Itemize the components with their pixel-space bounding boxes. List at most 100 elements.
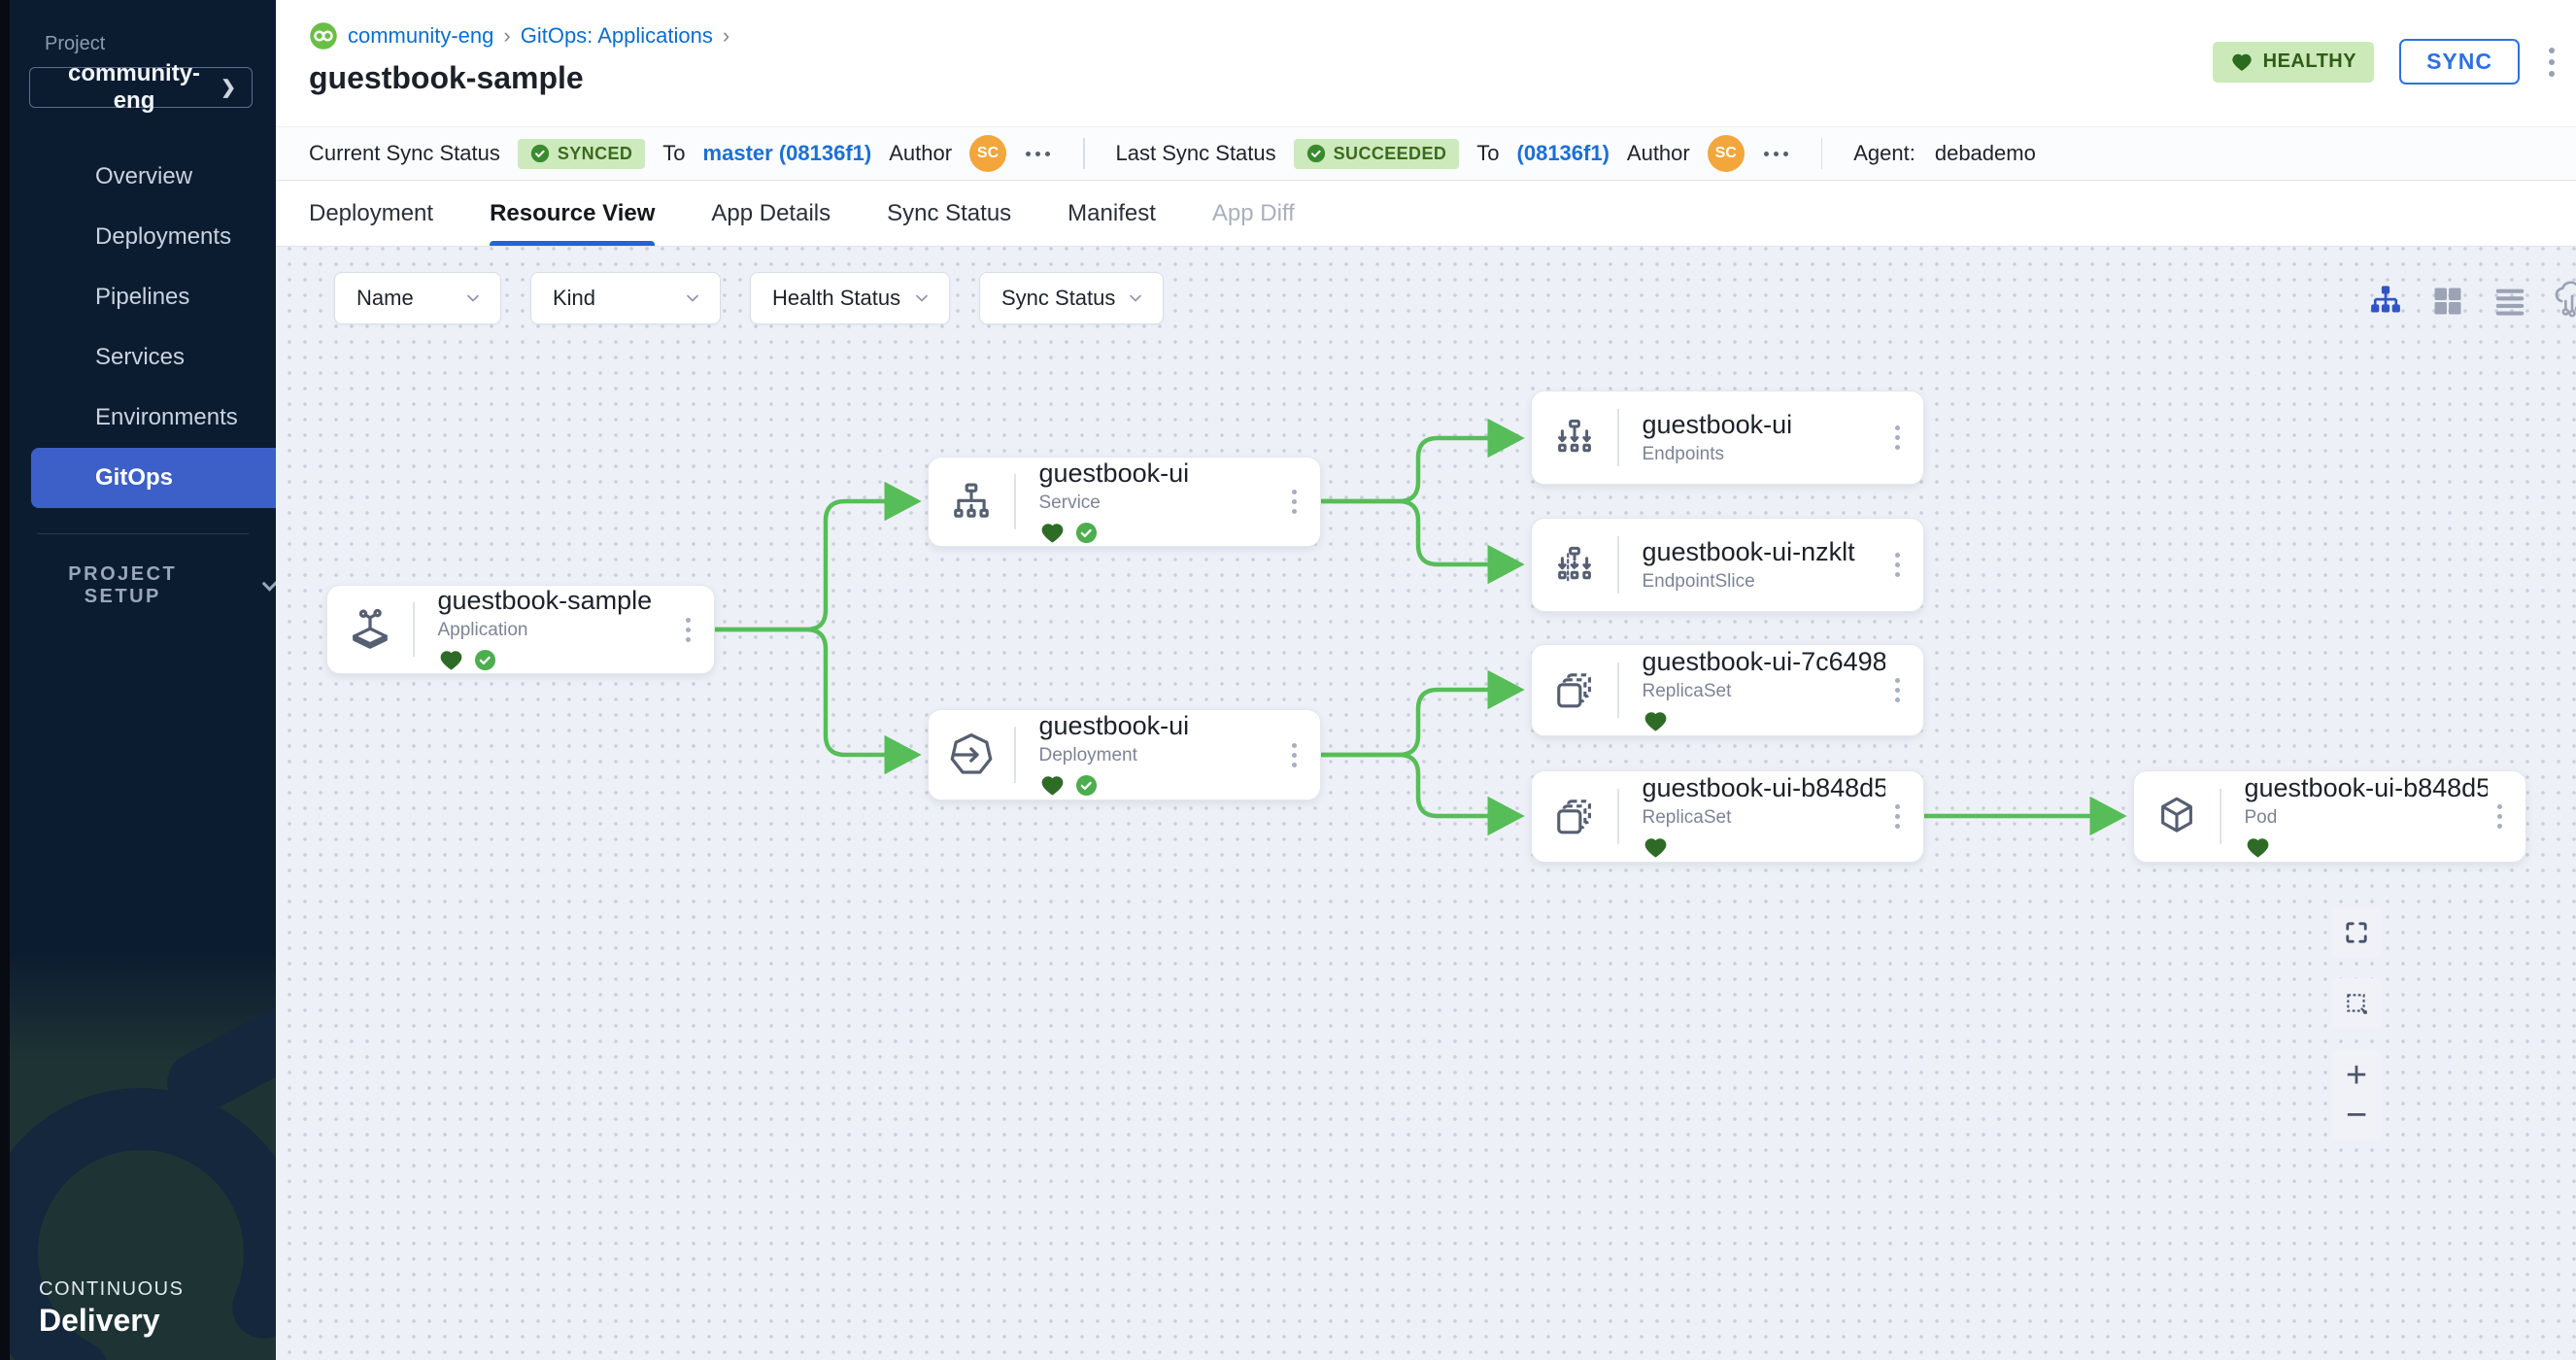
tab-app-diff[interactable]: App Diff [1212,181,1295,246]
tree-view-icon [2367,283,2404,320]
brand-line-continuous: CONTINUOUS [39,1278,184,1301]
node-menu-kebab[interactable] [1885,795,1923,838]
tab-resource-view[interactable]: Resource View [490,181,655,246]
health-badge-label: HEALTHY [2263,51,2356,73]
cluster-view-button[interactable] [2553,282,2576,321]
replicaset-icon [1532,666,1617,715]
node-menu-kebab[interactable] [1885,668,1923,712]
status-divider [1821,138,1823,169]
module-brand: CONTINUOUS Delivery [39,1278,184,1339]
check-circle-icon [1306,144,1326,163]
project-selector[interactable]: community-eng ❯ [29,67,253,108]
canvas-zoom-controls: + − [2331,907,2382,1140]
fit-to-screen-button[interactable] [2331,907,2382,958]
node-kind: Deployment [1039,745,1283,766]
project-setup-toggle[interactable]: PROJECT SETUP [49,563,276,608]
grid-view-button[interactable] [2428,282,2467,321]
filter-health-status[interactable]: Health Status [750,272,950,324]
sidebar-item-services[interactable]: Services [10,327,276,388]
commit-details-kebab[interactable] [1024,146,1052,162]
commit-details-kebab[interactable] [1762,146,1790,162]
sidebar-item-overview[interactable]: Overview [10,147,276,207]
node-menu-kebab[interactable] [1885,543,1923,587]
check-circle-icon [530,144,550,163]
synced-check-icon [1075,774,1098,797]
node-menu-kebab[interactable] [1282,480,1320,524]
last-revision-link[interactable]: (08136f1) [1517,141,1610,166]
author-avatar[interactable]: SC [969,135,1006,172]
node-health-row [1039,520,1283,546]
synced-badge: SYNCED [518,139,645,169]
to-label: To [1476,141,1499,166]
breadcrumb-separator-icon: › [723,23,729,49]
node-pod-guestbook-ui-b848d5d9[interactable]: guestbook-ui-b848d5d9... Pod [2133,770,2526,863]
node-title: guestbook-ui [1039,459,1283,489]
endpointslice-icon [1532,542,1617,589]
list-view-icon [2491,283,2528,320]
node-title: guestbook-ui-b848d5d9... [2245,773,2489,803]
healthy-heart-icon [438,647,464,673]
resource-graph-canvas[interactable]: Name Kind Health Status Sync Status [276,247,2576,1360]
pod-icon [2134,793,2220,841]
node-kind: ReplicaSet [1643,681,1886,702]
node-menu-kebab[interactable] [1282,733,1320,777]
filter-bar: Name Kind Health Status Sync Status [334,272,1164,324]
project-label: Project [45,33,276,55]
node-menu-kebab[interactable] [2488,795,2525,838]
node-replicaset-guestbook-ui-7c64987dc9[interactable]: guestbook-ui-7c64987dc9 ReplicaSet [1531,644,1924,736]
filter-kind[interactable]: Kind [530,272,721,324]
app-tabs: Deployment Resource View App Details Syn… [276,181,2576,247]
tab-manifest[interactable]: Manifest [1068,181,1156,246]
filter-name[interactable]: Name [334,272,501,324]
chevron-down-icon [683,289,702,308]
node-health-row [1039,772,1283,799]
application-icon [327,604,413,655]
author-avatar[interactable]: SC [1708,135,1745,172]
last-sync-status-label: Last Sync Status [1116,141,1276,166]
breadcrumb-applications-link[interactable]: GitOps: Applications [521,23,713,49]
list-view-button[interactable] [2491,282,2529,321]
header-actions: HEALTHY SYNC [2213,39,2559,85]
current-revision-link[interactable]: master (08136f1) [703,141,872,166]
node-application-guestbook-sample[interactable]: guestbook-sample Application [326,585,715,674]
node-title: guestbook-ui [1039,711,1283,741]
node-health-row [1643,834,1886,861]
sidebar-item-pipelines[interactable]: Pipelines [10,267,276,327]
sidebar-item-environments[interactable]: Environments [10,388,276,448]
node-health-row [2245,834,2489,861]
zoom-in-button[interactable]: + [2346,1057,2367,1094]
tree-view-button[interactable] [2366,282,2405,321]
tab-sync-status[interactable]: Sync Status [887,181,1011,246]
more-options-kebab[interactable] [2545,44,2559,81]
agent-label: Agent: [1853,141,1915,166]
view-toggles [2366,282,2576,321]
chevron-down-icon [261,574,276,592]
tab-app-details[interactable]: App Details [711,181,830,246]
node-menu-kebab[interactable] [676,608,714,652]
node-menu-kebab[interactable] [1885,416,1923,459]
tab-deployment[interactable]: Deployment [309,181,433,246]
sidebar-item-deployments[interactable]: Deployments [10,207,276,267]
sync-status-bar: Current Sync Status SYNCED To master (08… [276,126,2576,181]
app-window: Project community-eng ❯ Overview Deploym… [0,0,2576,1360]
zoom-out-button[interactable]: − [2346,1097,2367,1134]
sidebar-item-gitops[interactable]: GitOps [31,448,276,508]
filter-sync-status[interactable]: Sync Status [979,272,1164,324]
node-endpoints-guestbook-ui[interactable]: guestbook-ui Endpoints [1531,391,1924,485]
project-setup-label: PROJECT SETUP [49,563,197,608]
sidebar-divider [37,533,249,534]
status-divider [1083,138,1085,169]
node-replicaset-guestbook-ui-b848d5d9d[interactable]: guestbook-ui-b848d5d9d ReplicaSet [1531,770,1924,863]
health-status-badge: HEALTHY [2213,42,2374,83]
sidebar-nav: Overview Deployments Pipelines Services … [10,147,276,508]
synced-badge-label: SYNCED [558,144,632,164]
marquee-select-button[interactable] [2331,978,2382,1029]
to-label: To [662,141,685,166]
node-deployment-guestbook-ui[interactable]: guestbook-ui Deployment [928,709,1321,800]
node-service-guestbook-ui[interactable]: guestbook-ui Service [928,457,1321,547]
node-endpointslice-guestbook-ui-nzklt[interactable]: guestbook-ui-nzklt EndpointSlice [1531,518,1924,612]
healthy-heart-icon [1039,520,1066,546]
succeeded-badge: SUCCEEDED [1294,139,1460,169]
sync-button[interactable]: SYNC [2399,39,2520,85]
breadcrumb-project-link[interactable]: community-eng [348,23,493,49]
